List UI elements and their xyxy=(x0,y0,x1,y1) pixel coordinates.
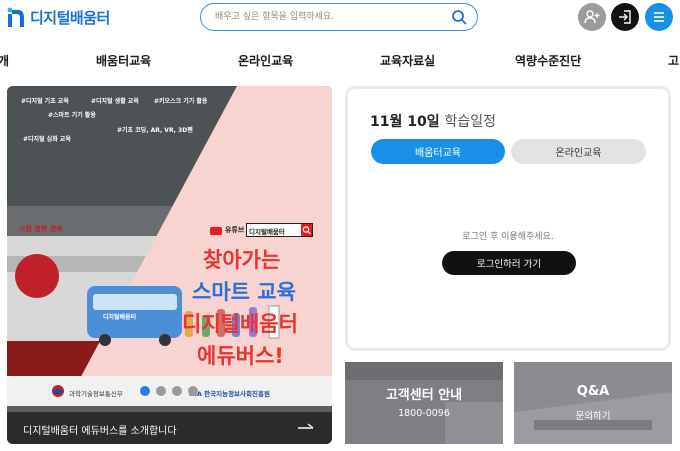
nav-item-level-test[interactable]: 역량수준진단 xyxy=(515,52,581,69)
join-button[interactable] xyxy=(578,3,606,31)
qna-title: Q&A xyxy=(576,384,610,399)
nav-item-offline-education[interactable]: 배움터교육 xyxy=(96,52,151,69)
carousel-dot[interactable] xyxy=(140,386,150,396)
banner-headline-line-1: 찾아가는 xyxy=(203,248,281,272)
banner-caption: 디지털배움터 에듀버스를 소개합니다 xyxy=(23,426,177,437)
banner-headline-line-2: 스마트 교육 xyxy=(192,280,296,304)
login-icon xyxy=(619,10,631,24)
banner-side-text: 사랑 행복 경북 xyxy=(19,225,63,233)
schedule-title: 11월 10일 학습일정 xyxy=(370,111,496,131)
customer-center-background-image xyxy=(345,362,503,444)
nav-item-next[interactable]: 고 xyxy=(668,52,679,69)
nav-item-prev[interactable]: 개 xyxy=(0,52,9,69)
carousel-dots xyxy=(140,386,198,396)
youtube-icon xyxy=(210,227,222,235)
main-nav: 개 배움터교육 온라인교육 교육자료실 역량수준진단 고 xyxy=(0,40,680,76)
sponsor-nia: NIA 한국지능정보사회진흥원 xyxy=(189,390,270,398)
youtube-search-text: 디지털배움터 xyxy=(249,228,285,236)
government-emblem-icon xyxy=(52,385,64,397)
carousel-dot[interactable] xyxy=(172,386,182,396)
tab-offline-education[interactable]: 배움터교육 xyxy=(371,139,505,164)
carousel-dot[interactable] xyxy=(156,386,166,396)
login-notice: 로그인 후 이용해주세요. xyxy=(462,232,554,242)
schedule-date: 11월 10일 xyxy=(370,114,440,130)
login-icon-button[interactable] xyxy=(611,3,639,31)
customer-center-phone: 1800-0096 xyxy=(398,408,450,419)
banner-tag: #기초 코딩, AR, VR, 3D펜 xyxy=(117,127,193,134)
magnifier-icon xyxy=(301,224,312,236)
search-icon[interactable] xyxy=(451,9,467,25)
nav-item-online-education[interactable]: 온라인교육 xyxy=(238,52,293,69)
logo-mark-icon xyxy=(7,7,24,27)
qna-subtitle: 문의하기 xyxy=(575,411,611,422)
site-header: 디지털배움터 xyxy=(0,0,680,40)
promo-banner[interactable]: #디지털 기초 교육 #디지털 생활 교육 #키오스크 기기 활용 #스마트 기… xyxy=(7,86,332,444)
nav-item-resources[interactable]: 교육자료실 xyxy=(380,52,435,69)
search-input[interactable] xyxy=(215,9,445,25)
logo-text: 디지털배움터 xyxy=(30,8,110,27)
sponsor-msit: 과학기술정보통신부 xyxy=(69,390,123,398)
banner-tag: #디지털 생활 교육 xyxy=(91,98,139,105)
tab-online-education[interactable]: 온라인교육 xyxy=(511,139,646,164)
carousel-dot[interactable] xyxy=(188,386,198,396)
banner-tag: #디지털 기초 교육 xyxy=(21,98,69,105)
site-logo[interactable]: 디지털배움터 xyxy=(6,6,110,28)
search-box xyxy=(200,3,478,31)
banner-tag: #키오스크 기기 활용 xyxy=(154,98,208,105)
menu-button[interactable] xyxy=(645,3,673,31)
go-login-button[interactable]: 로그인하러 가기 xyxy=(442,251,576,275)
schedule-card: 11월 10일 학습일정 배움터교육 온라인교육 로그인 후 이용해주세요. 로… xyxy=(345,86,671,351)
banner-tag: #디지털 심화 교육 xyxy=(23,136,71,143)
banner-headline-line-4: 에듀버스! xyxy=(197,344,284,368)
customer-center-title: 고객센터 안내 xyxy=(385,388,463,403)
bus-label: 디지털배움터 xyxy=(103,314,137,321)
banner-tag: #스마트 기기 활용 xyxy=(48,112,96,119)
customer-center-tile[interactable]: 고객센터 안내 1800-0096 xyxy=(345,362,503,444)
hamburger-menu-icon xyxy=(654,12,664,22)
qna-background-image xyxy=(514,362,672,444)
qna-tile[interactable]: Q&A 문의하기 xyxy=(514,362,672,444)
schedule-title-suffix: 학습일정 xyxy=(444,114,497,130)
arrow-right-icon xyxy=(298,423,314,429)
youtube-label: 유튜브 xyxy=(225,226,245,234)
banner-caption-bar[interactable]: 디지털배움터 에듀버스를 소개합니다 xyxy=(7,412,332,444)
banner-headline-line-3: 디지털배움터 xyxy=(182,312,298,336)
user-plus-icon xyxy=(584,10,600,24)
